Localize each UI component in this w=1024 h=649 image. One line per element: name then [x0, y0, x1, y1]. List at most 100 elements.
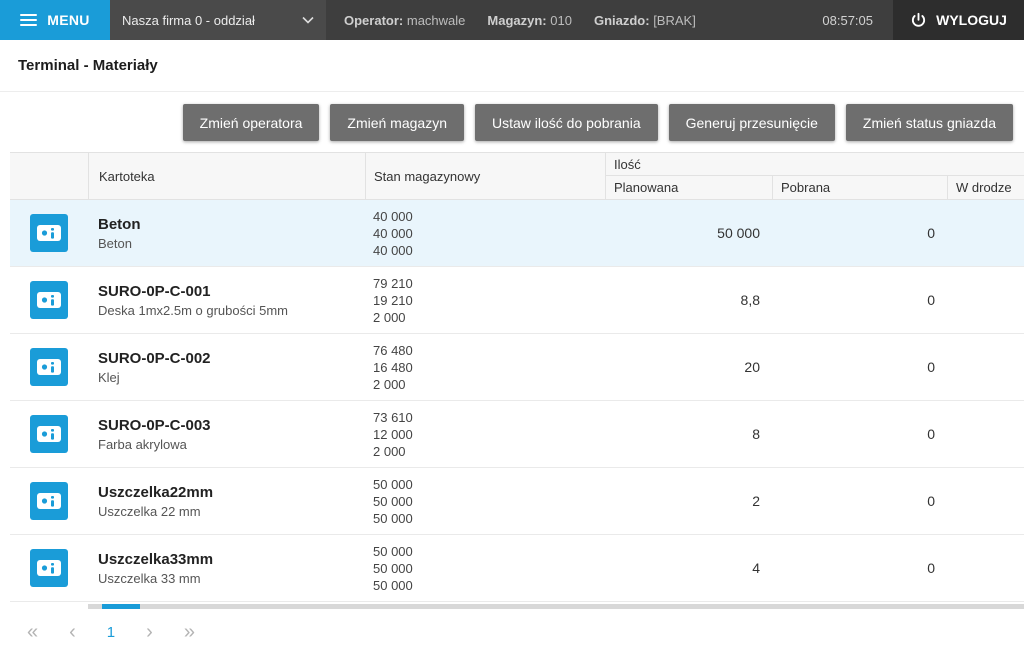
table-row[interactable]: Beton Beton 40 00040 00040 000 50 000 0: [10, 200, 1024, 267]
stock-values: 73 61012 0002 000: [365, 409, 605, 460]
last-page-button[interactable]: »: [184, 622, 195, 642]
operator-label: Operator:: [344, 13, 403, 28]
power-icon: [910, 12, 927, 29]
planned-quantity: 8,8: [605, 292, 772, 308]
page-title: Terminal - Materiały: [18, 57, 158, 74]
row-icon-cell: [10, 482, 88, 520]
table-row[interactable]: SURO-0P-C-002 Klej 76 48016 4802 000 20 …: [10, 334, 1024, 401]
next-page-button[interactable]: ›: [146, 622, 153, 642]
gniazdo-value: [BRAK]: [653, 13, 696, 28]
material-card-icon: [30, 281, 68, 319]
item-name: Beton: [98, 216, 365, 233]
kartoteka-cell: Beton Beton: [88, 216, 365, 251]
first-page-button[interactable]: «: [27, 622, 38, 642]
operator-info: Operator: machwale: [344, 13, 465, 28]
scrollbar-thumb[interactable]: [102, 604, 140, 609]
gniazdo-label: Gniazdo:: [594, 13, 650, 28]
gniazdo-info: Gniazdo: [BRAK]: [594, 13, 696, 28]
item-name: SURO-0P-C-001: [98, 283, 365, 300]
header-pobrana: Pobrana: [772, 176, 947, 199]
kartoteka-cell: SURO-0P-C-002 Klej: [88, 350, 365, 385]
kartoteka-cell: SURO-0P-C-001 Deska 1mx2.5m o grubości 5…: [88, 283, 365, 318]
stock-values: 50 00050 00050 000: [365, 543, 605, 594]
header-ilosc-group: Ilość: [605, 153, 1024, 176]
pagination: « ‹ 1 › »: [0, 609, 1024, 642]
table-body: Beton Beton 40 00040 00040 000 50 000 0 …: [10, 200, 1024, 602]
material-card-icon: [30, 214, 68, 252]
kartoteka-cell: Uszczelka33mm Uszczelka 33 mm: [88, 551, 365, 586]
row-icon-cell: [10, 348, 88, 386]
toolbar: Zmień operatora Zmień magazyn Ustaw ilość …: [0, 92, 1024, 152]
toolbar-button[interactable]: Zmień magazyn: [330, 104, 464, 141]
session-info: Operator: machwale Magazyn: 010 Gniazdo:…: [326, 0, 696, 40]
toolbar-button[interactable]: Zmień operatora: [183, 104, 320, 141]
header-icon-column: [10, 153, 88, 199]
item-name: SURO-0P-C-002: [98, 350, 365, 367]
stock-values: 50 00050 00050 000: [365, 476, 605, 527]
menu-label: MENU: [47, 12, 89, 28]
prev-page-button[interactable]: ‹: [69, 622, 76, 642]
kartoteka-cell: SURO-0P-C-003 Farba akrylowa: [88, 417, 365, 452]
picked-quantity: 0: [772, 426, 947, 442]
item-description: Uszczelka 22 mm: [98, 504, 365, 519]
material-card-icon: [30, 415, 68, 453]
magazyn-label: Magazyn:: [487, 13, 546, 28]
planned-quantity: 8: [605, 426, 772, 442]
row-icon-cell: [10, 549, 88, 587]
current-page[interactable]: 1: [107, 624, 115, 641]
item-description: Farba akrylowa: [98, 437, 365, 452]
planned-quantity: 20: [605, 359, 772, 375]
title-bar: Terminal - Materiały: [0, 40, 1024, 92]
header-stan-magazynowy: Stan magazynowy: [365, 153, 605, 199]
header-planowana: Planowana: [605, 176, 772, 199]
table-header: Kartoteka Stan magazynowy Ilość Planowan…: [10, 152, 1024, 200]
magazyn-value: 010: [550, 13, 572, 28]
picked-quantity: 0: [772, 225, 947, 241]
operator-value: machwale: [407, 13, 466, 28]
toolbar-button[interactable]: Generuj przesunięcie: [669, 104, 835, 141]
toolbar-button[interactable]: Ustaw ilość do pobrania: [475, 104, 658, 141]
table-row[interactable]: SURO-0P-C-003 Farba akrylowa 73 61012 00…: [10, 401, 1024, 468]
table-row[interactable]: Uszczelka33mm Uszczelka 33 mm 50 00050 0…: [10, 535, 1024, 602]
material-card-icon: [30, 549, 68, 587]
header-w-drodze: W drodze: [947, 176, 1024, 199]
magazyn-info: Magazyn: 010: [487, 13, 572, 28]
item-description: Beton: [98, 236, 365, 251]
logout-button[interactable]: WYLOGUJ: [893, 0, 1024, 40]
picked-quantity: 0: [772, 493, 947, 509]
header-kartoteka: Kartoteka: [88, 153, 365, 199]
item-description: Klej: [98, 370, 365, 385]
stock-values: 76 48016 4802 000: [365, 342, 605, 393]
planned-quantity: 50 000: [605, 225, 772, 241]
material-card-icon: [30, 348, 68, 386]
table-row[interactable]: Uszczelka22mm Uszczelka 22 mm 50 00050 0…: [10, 468, 1024, 535]
stock-values: 79 21019 2102 000: [365, 275, 605, 326]
item-name: Uszczelka33mm: [98, 551, 365, 568]
company-selector[interactable]: Nasza firma 0 - oddział: [110, 0, 326, 40]
logout-label: WYLOGUJ: [936, 12, 1007, 28]
menu-button[interactable]: MENU: [0, 0, 110, 40]
chevron-down-icon: [302, 16, 314, 24]
materials-table: Kartoteka Stan magazynowy Ilość Planowan…: [10, 152, 1024, 602]
table-row[interactable]: SURO-0P-C-001 Deska 1mx2.5m o grubości 5…: [10, 267, 1024, 334]
material-card-icon: [30, 482, 68, 520]
picked-quantity: 0: [772, 560, 947, 576]
item-description: Deska 1mx2.5m o grubości 5mm: [98, 303, 365, 318]
stock-values: 40 00040 00040 000: [365, 208, 605, 259]
topbar: MENU Nasza firma 0 - oddział Operator: m…: [0, 0, 1024, 40]
row-icon-cell: [10, 281, 88, 319]
picked-quantity: 0: [772, 359, 947, 375]
row-icon-cell: [10, 214, 88, 252]
kartoteka-cell: Uszczelka22mm Uszczelka 22 mm: [88, 484, 365, 519]
company-selector-value: Nasza firma 0 - oddział: [122, 13, 255, 28]
planned-quantity: 2: [605, 493, 772, 509]
toolbar-button[interactable]: Zmień status gniazda: [846, 104, 1013, 141]
item-name: Uszczelka22mm: [98, 484, 365, 501]
planned-quantity: 4: [605, 560, 772, 576]
item-description: Uszczelka 33 mm: [98, 571, 365, 586]
clock: 08:57:05: [822, 0, 893, 40]
horizontal-scrollbar[interactable]: [88, 604, 1024, 609]
row-icon-cell: [10, 415, 88, 453]
item-name: SURO-0P-C-003: [98, 417, 365, 434]
picked-quantity: 0: [772, 292, 947, 308]
